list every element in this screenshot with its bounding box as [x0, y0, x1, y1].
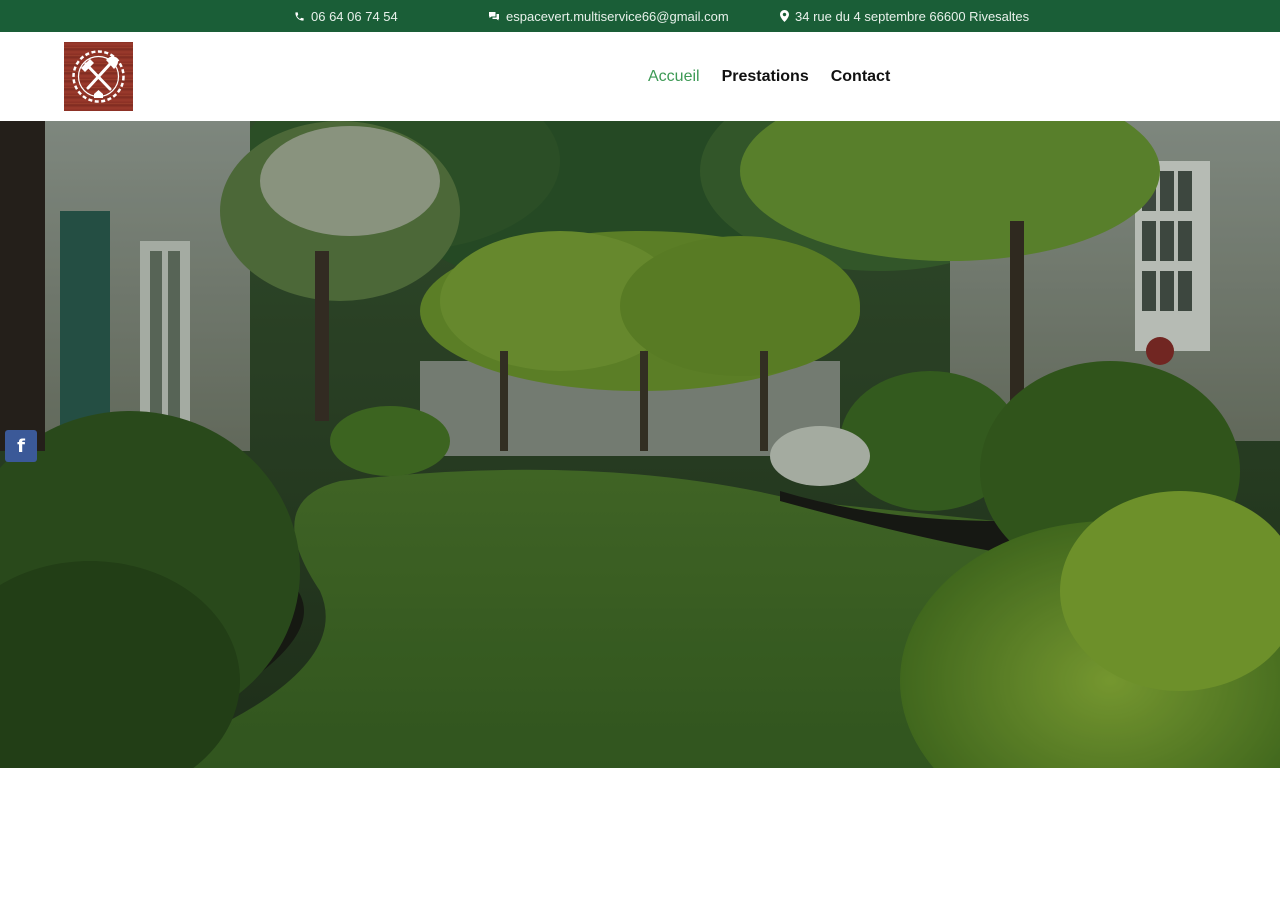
facebook-icon: f	[17, 435, 25, 457]
garden-lawn-photo	[0, 121, 1280, 768]
nav-item-contact[interactable]: Contact	[831, 68, 891, 86]
chat-bubbles-icon	[489, 11, 499, 20]
hero-banner	[0, 121, 1280, 768]
facebook-share-button[interactable]: f	[5, 430, 37, 462]
topbar-address-text: 34 rue du 4 septembre 66600 Rivesaltes	[795, 8, 1030, 24]
topbar-phone-text: 06 64 06 74 54	[311, 8, 398, 24]
topbar-email-text: espacevert.multiservice66@gmail.com	[506, 8, 729, 24]
topbar-phone[interactable]: 06 64 06 74 54	[294, 0, 398, 32]
topbar-address[interactable]: 34 rue du 4 septembre 66600 Rivesaltes	[780, 0, 1029, 32]
map-pin-icon	[780, 10, 789, 22]
site-logo[interactable]	[64, 42, 133, 111]
nav-item-prestations[interactable]: Prestations	[722, 68, 809, 86]
site-header: Accueil Prestations Contact	[0, 32, 1280, 121]
top-contact-bar: 06 64 06 74 54 espacevert.multiservice66…	[0, 0, 1280, 32]
phone-icon	[295, 11, 304, 21]
tools-badge-logo	[72, 50, 125, 103]
page-content-area	[0, 768, 1280, 900]
topbar-email[interactable]: espacevert.multiservice66@gmail.com	[488, 0, 729, 32]
nav-item-accueil[interactable]: Accueil	[648, 68, 700, 86]
main-nav: Accueil Prestations Contact	[648, 32, 890, 121]
